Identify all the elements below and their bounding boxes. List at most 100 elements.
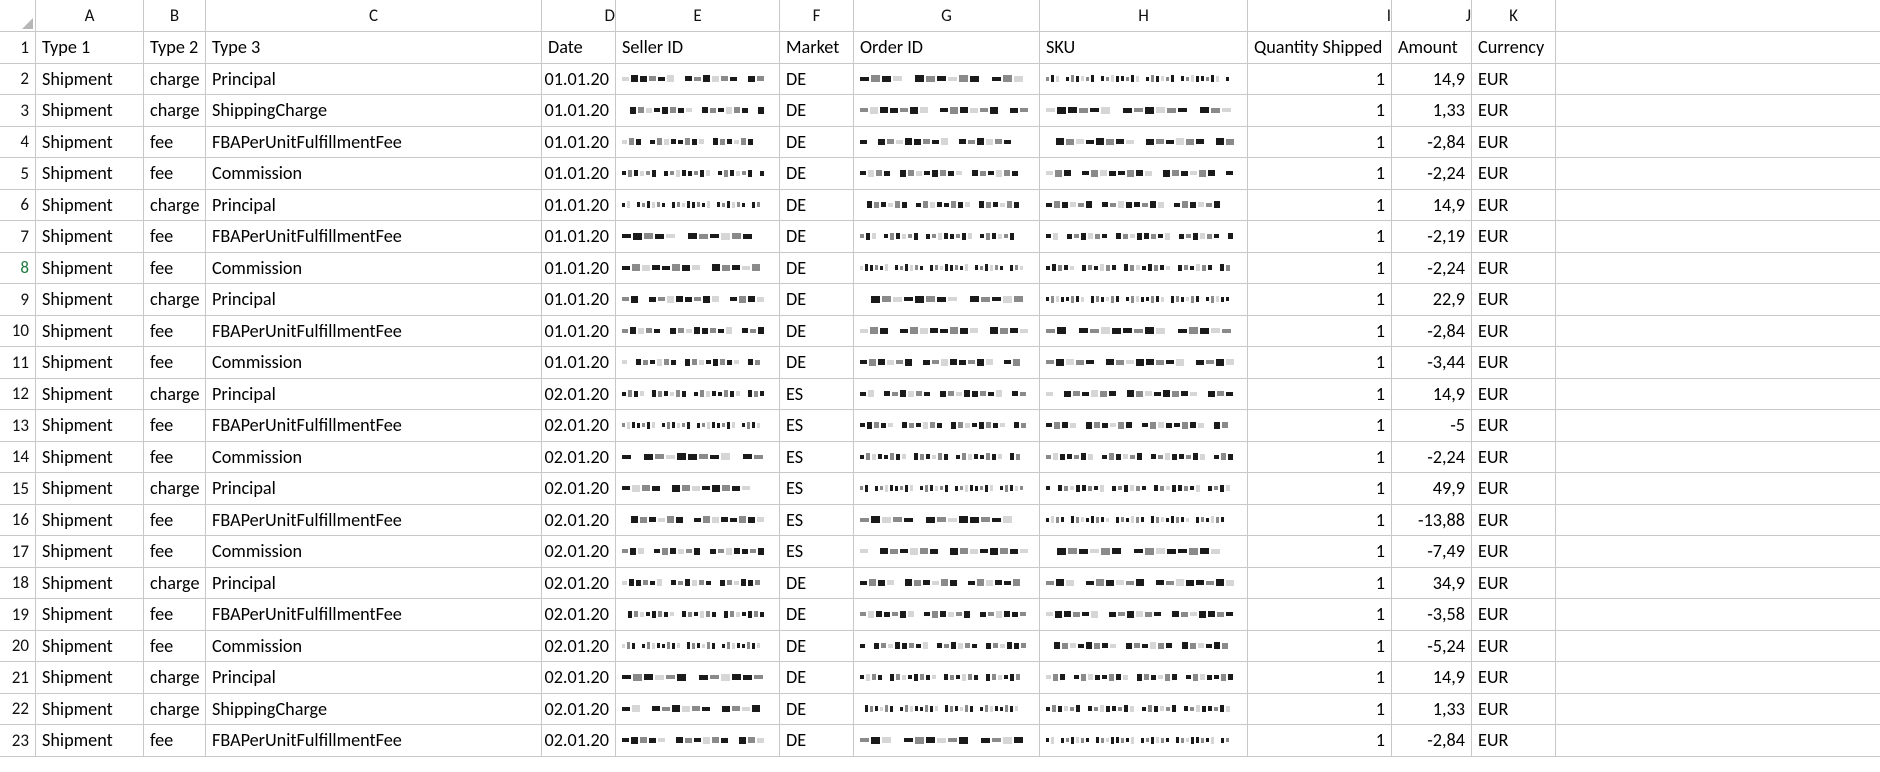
cell[interactable]: 01.01.20 [542, 316, 616, 347]
cell[interactable]: fee [144, 253, 206, 284]
row-header-5[interactable]: 5 [0, 158, 36, 189]
cell[interactable] [854, 127, 1040, 158]
cell[interactable] [616, 95, 780, 126]
cell[interactable]: charge [144, 64, 206, 95]
cell[interactable]: 01.01.20 [542, 347, 616, 378]
cell[interactable] [1040, 442, 1248, 473]
cell[interactable]: Amount [1392, 32, 1472, 63]
cell[interactable]: -2,84 [1392, 725, 1472, 756]
row-header-13[interactable]: 13 [0, 410, 36, 441]
cell[interactable]: Order ID [854, 32, 1040, 63]
cell[interactable] [854, 442, 1040, 473]
cell[interactable]: 1 [1248, 473, 1392, 504]
cell[interactable]: charge [144, 473, 206, 504]
cell[interactable]: Shipment [36, 284, 144, 315]
cell[interactable] [1040, 221, 1248, 252]
cell[interactable]: 1 [1248, 631, 1392, 662]
cell[interactable] [616, 725, 780, 756]
cell[interactable] [616, 64, 780, 95]
cell[interactable]: Commission [206, 536, 542, 567]
cell[interactable]: 01.01.20 [542, 221, 616, 252]
cell[interactable]: fee [144, 442, 206, 473]
cell[interactable] [616, 221, 780, 252]
row-header-17[interactable]: 17 [0, 536, 36, 567]
cell[interactable]: EUR [1472, 221, 1556, 252]
select-all-corner[interactable] [0, 0, 36, 31]
cell[interactable]: 1 [1248, 284, 1392, 315]
cell[interactable]: Shipment [36, 379, 144, 410]
cell[interactable]: DE [780, 221, 854, 252]
cell[interactable]: Shipment [36, 662, 144, 693]
cell[interactable] [854, 536, 1040, 567]
cell[interactable]: charge [144, 95, 206, 126]
cell[interactable] [616, 347, 780, 378]
cell[interactable]: Shipment [36, 158, 144, 189]
cell[interactable]: ES [780, 505, 854, 536]
cell[interactable]: -3,44 [1392, 347, 1472, 378]
cell[interactable]: Principal [206, 284, 542, 315]
row-header-23[interactable]: 23 [0, 725, 36, 756]
cell[interactable]: Shipment [36, 599, 144, 630]
cell[interactable] [1040, 694, 1248, 725]
row-header-9[interactable]: 9 [0, 284, 36, 315]
cell[interactable]: 22,9 [1392, 284, 1472, 315]
cell[interactable]: EUR [1472, 347, 1556, 378]
cell[interactable] [1040, 505, 1248, 536]
cell[interactable]: ES [780, 536, 854, 567]
cell[interactable]: 01.01.20 [542, 253, 616, 284]
cell[interactable]: -2,24 [1392, 253, 1472, 284]
row-header-3[interactable]: 3 [0, 95, 36, 126]
cell[interactable]: -7,49 [1392, 536, 1472, 567]
row-header-22[interactable]: 22 [0, 694, 36, 725]
cell[interactable]: charge [144, 662, 206, 693]
cell[interactable] [854, 725, 1040, 756]
cell[interactable] [1040, 568, 1248, 599]
column-header-C[interactable]: C [206, 0, 542, 31]
cell[interactable]: 1 [1248, 568, 1392, 599]
cell[interactable]: ES [780, 379, 854, 410]
cell[interactable]: 1 [1248, 253, 1392, 284]
cell[interactable]: fee [144, 536, 206, 567]
cell[interactable]: DE [780, 599, 854, 630]
cell[interactable]: 02.01.20 [542, 536, 616, 567]
cell[interactable]: EUR [1472, 284, 1556, 315]
column-header-D[interactable]: D [542, 0, 616, 31]
cell[interactable] [854, 158, 1040, 189]
cell[interactable] [616, 284, 780, 315]
cell[interactable]: EUR [1472, 379, 1556, 410]
cell[interactable]: DE [780, 95, 854, 126]
cell[interactable]: ShippingCharge [206, 95, 542, 126]
row-header-4[interactable]: 4 [0, 127, 36, 158]
cell[interactable]: 02.01.20 [542, 505, 616, 536]
spreadsheet[interactable]: A B C D E F G H I J K 1 Type 1 Type 2 Ty… [0, 0, 1880, 757]
cell[interactable] [1040, 64, 1248, 95]
column-header-I[interactable]: I [1248, 0, 1392, 31]
row-header-7[interactable]: 7 [0, 221, 36, 252]
cell[interactable]: DE [780, 631, 854, 662]
cell[interactable]: 1 [1248, 158, 1392, 189]
cell[interactable] [854, 694, 1040, 725]
cell[interactable]: FBAPerUnitFulfillmentFee [206, 127, 542, 158]
cell[interactable]: -2,19 [1392, 221, 1472, 252]
cell[interactable] [1040, 410, 1248, 441]
cell[interactable]: EUR [1472, 64, 1556, 95]
cell[interactable]: EUR [1472, 536, 1556, 567]
cell[interactable]: Principal [206, 64, 542, 95]
column-header-G[interactable]: G [854, 0, 1040, 31]
column-header-B[interactable]: B [144, 0, 206, 31]
cell[interactable]: Commission [206, 442, 542, 473]
cell[interactable] [854, 347, 1040, 378]
cell[interactable]: fee [144, 316, 206, 347]
cell[interactable]: fee [144, 221, 206, 252]
cell[interactable]: Shipment [36, 316, 144, 347]
cell[interactable]: 01.01.20 [542, 284, 616, 315]
cell[interactable]: 02.01.20 [542, 568, 616, 599]
cell[interactable]: 1 [1248, 95, 1392, 126]
cell[interactable]: fee [144, 158, 206, 189]
cell[interactable] [854, 568, 1040, 599]
row-header-14[interactable]: 14 [0, 442, 36, 473]
cell[interactable]: EUR [1472, 473, 1556, 504]
cell[interactable]: EUR [1472, 568, 1556, 599]
cell[interactable]: FBAPerUnitFulfillmentFee [206, 221, 542, 252]
cell[interactable]: ES [780, 410, 854, 441]
